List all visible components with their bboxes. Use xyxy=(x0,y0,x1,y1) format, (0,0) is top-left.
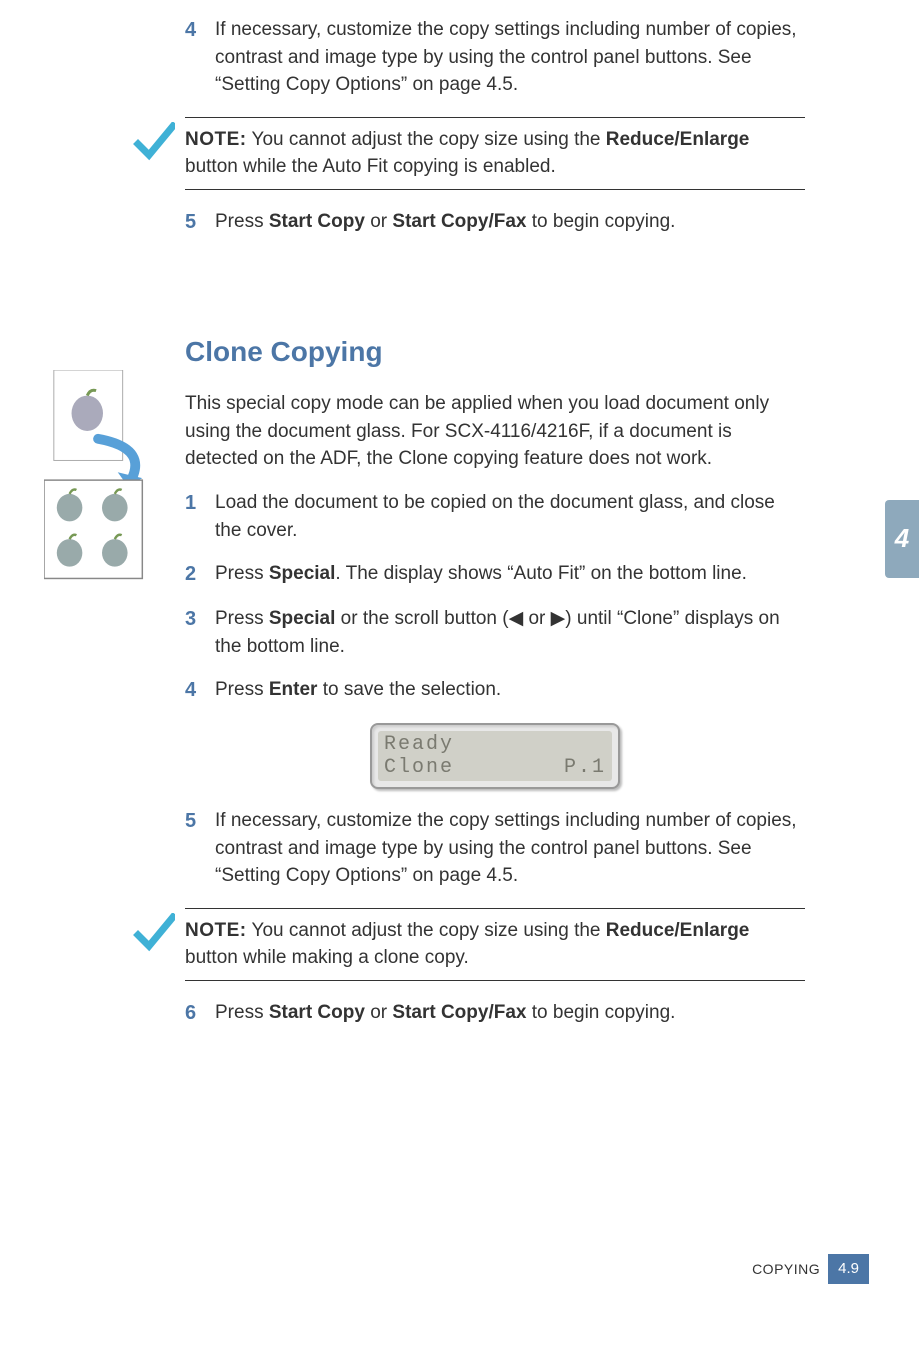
step-text: Press Special or the scroll button (◀ or… xyxy=(215,605,805,660)
clone-step-5: 5 If necessary, customize the copy setti… xyxy=(185,807,805,890)
step-number: 3 xyxy=(185,605,215,660)
step-number: 1 xyxy=(185,489,215,544)
footer-label: COPYING xyxy=(752,1259,820,1279)
step-text: Press Special. The display shows “Auto F… xyxy=(215,560,805,589)
note-check-icon xyxy=(133,122,175,162)
step-number: 4 xyxy=(185,676,215,705)
step-text: Load the document to be copied on the do… xyxy=(215,489,805,544)
chapter-tab: 4 xyxy=(885,500,919,578)
intro-paragraph: This special copy mode can be applied wh… xyxy=(185,390,805,473)
clone-step-1: 1 Load the document to be copied on the … xyxy=(185,489,805,544)
step-text: Press Start Copy or Start Copy/Fax to be… xyxy=(215,999,805,1028)
step-number: 6 xyxy=(185,999,215,1028)
note-box-autofit: NOTE: You cannot adjust the copy size us… xyxy=(185,117,805,190)
note-check-icon xyxy=(133,913,175,953)
clone-step-6: 6 Press Start Copy or Start Copy/Fax to … xyxy=(185,999,805,1028)
chapter-tab-number: 4 xyxy=(895,520,909,558)
clone-step-3: 3 Press Special or the scroll button (◀ … xyxy=(185,605,805,660)
step-4-top: 4 If necessary, customize the copy setti… xyxy=(185,16,805,99)
lcd-line-1: Ready xyxy=(384,733,454,756)
step-number: 2 xyxy=(185,560,215,589)
clone-step-2: 2 Press Special. The display shows “Auto… xyxy=(185,560,805,589)
footer-page-number: 4.9 xyxy=(828,1254,869,1284)
note-text: NOTE: You cannot adjust the copy size us… xyxy=(185,129,749,178)
step-text: Press Start Copy or Start Copy/Fax to be… xyxy=(215,208,805,237)
step-5-top: 5 Press Start Copy or Start Copy/Fax to … xyxy=(185,208,805,237)
lcd-line-2-right: P.1 xyxy=(564,756,606,779)
note-text: NOTE: You cannot adjust the copy size us… xyxy=(185,920,749,969)
lcd-display: Ready Clone P.1 xyxy=(370,723,620,789)
lcd-line-2-left: Clone xyxy=(384,756,454,779)
note-box-clone: NOTE: You cannot adjust the copy size us… xyxy=(185,908,805,981)
clone-step-4: 4 Press Enter to save the selection. xyxy=(185,676,805,705)
step-number: 4 xyxy=(185,16,215,99)
section-heading-clone-copying: Clone Copying xyxy=(185,332,805,373)
step-text: If necessary, customize the copy setting… xyxy=(215,807,805,890)
page-footer: COPYING 4.9 xyxy=(752,1254,869,1284)
content-column: 4 If necessary, customize the copy setti… xyxy=(185,0,805,1038)
step-text: If necessary, customize the copy setting… xyxy=(215,16,805,99)
clone-illustration xyxy=(44,370,162,595)
lcd-inner: Ready Clone P.1 xyxy=(378,731,612,781)
step-text: Press Enter to save the selection. xyxy=(215,676,805,705)
step-number: 5 xyxy=(185,208,215,237)
step-number: 5 xyxy=(185,807,215,890)
